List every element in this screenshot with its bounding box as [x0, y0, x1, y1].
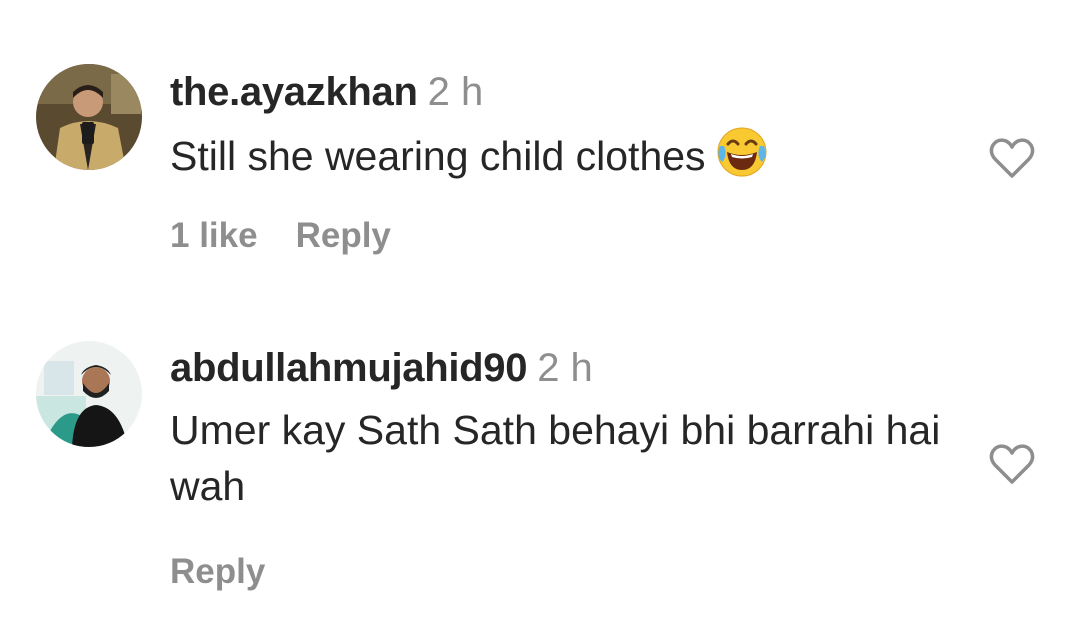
timestamp: 2 h: [427, 70, 484, 114]
avatar-image: [36, 64, 142, 170]
comment-1: the.ayazkhan 2 h Still she wearing child …: [0, 0, 1080, 300]
like-heart-icon[interactable]: [986, 132, 1038, 184]
comment-2: abdullahmujahid90 2 h Umer kay Sath Sath …: [0, 300, 1080, 628]
avatar-image: [36, 341, 142, 447]
reply-button[interactable]: Reply: [170, 552, 265, 591]
timestamp: 2 h: [537, 346, 593, 390]
username[interactable]: the.ayazkhan: [170, 70, 418, 114]
avatar[interactable]: [36, 341, 142, 447]
reply-button[interactable]: Reply: [296, 216, 391, 255]
like-heart-icon[interactable]: [986, 438, 1038, 490]
username[interactable]: abdullahmujahid90: [170, 346, 527, 390]
comment-text: Still she wearing child clothes: [170, 133, 706, 179]
likes-count[interactable]: 1 like: [170, 216, 258, 255]
avatar[interactable]: [36, 64, 142, 170]
laughing-tears-emoji-icon: [716, 126, 768, 192]
comment-text: Umer kay Sath Sath behayi bhi barrahi ha…: [170, 407, 941, 509]
